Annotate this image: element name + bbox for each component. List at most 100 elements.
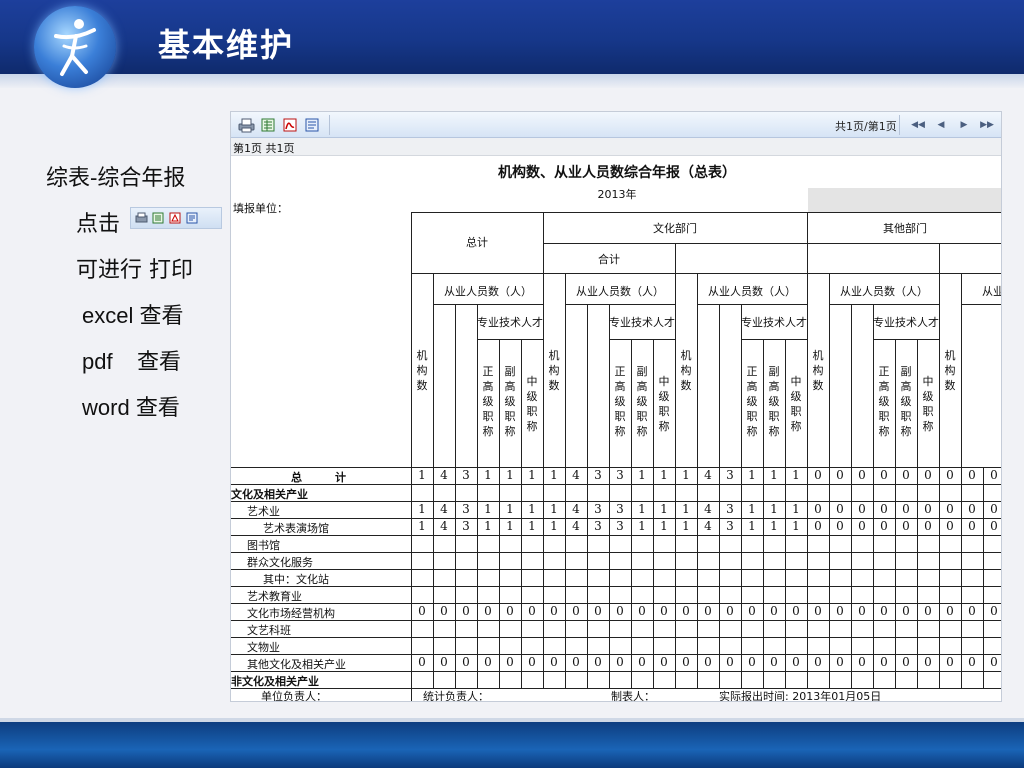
table-cell: 4 [704, 468, 712, 482]
staff-divider [433, 273, 434, 467]
table-cell: 4 [704, 502, 712, 516]
row-label: 图书馆 [247, 539, 280, 552]
view-word: 查看 [139, 304, 184, 329]
table-cell: 0 [990, 519, 998, 533]
data-col-divider [477, 467, 478, 688]
header-tech: 专业技术人才 [477, 316, 543, 329]
table-cell: 0 [704, 604, 712, 618]
staff-col-divider [851, 304, 852, 467]
page-counter: 共1页/第1页 [835, 120, 897, 133]
prev-page-button[interactable]: ◀ [932, 116, 950, 134]
table-cell: 1 [506, 519, 514, 533]
table-cell: 0 [616, 604, 624, 618]
header-title-rank: 正高级职称 [482, 365, 494, 438]
table-cell: 1 [528, 468, 536, 482]
header-title-rank: 副高级职称 [900, 365, 912, 438]
pdf-icon [168, 211, 182, 225]
first-page-button[interactable]: ◀◀ [909, 116, 927, 134]
word-icon [305, 118, 319, 132]
table-cell: 0 [880, 468, 888, 482]
instruction-print: 可进行 打印 [76, 258, 193, 283]
header-title-rank: 中级职称 [658, 375, 670, 433]
tech-col-divider [917, 339, 918, 467]
table-cell: 0 [990, 502, 998, 516]
data-col-divider [565, 467, 566, 688]
table-cell: 4 [440, 468, 448, 482]
group-divider [807, 212, 808, 467]
table-cell: 0 [638, 655, 646, 669]
table-cell: 0 [682, 655, 690, 669]
staff-divider [565, 273, 566, 467]
table-cell: 0 [902, 655, 910, 669]
table-cell: 1 [748, 502, 756, 516]
table-cell: 3 [594, 468, 602, 482]
table-cell: 0 [858, 655, 866, 669]
table-cell: 0 [880, 502, 888, 516]
staff-col-divider [587, 304, 588, 467]
table-cell: 0 [704, 655, 712, 669]
table-cell: 0 [836, 519, 844, 533]
table-cell: 4 [440, 519, 448, 533]
table-cell: 0 [748, 655, 756, 669]
table-cell: 0 [946, 502, 954, 516]
export-word-button[interactable] [303, 116, 321, 134]
table-cell: 0 [506, 655, 514, 669]
preparer-label: 制表人： [611, 690, 655, 702]
stats-head-label: 统计负责人： [423, 690, 489, 702]
header-culture-dept: 文化部门 [653, 222, 697, 235]
staff-divider [961, 273, 962, 467]
view-word: 查看 [137, 350, 182, 375]
header-tech: 专业技术人才 [609, 316, 675, 329]
table-cell: 3 [616, 502, 624, 516]
report-time-label: 实际报出时间: 2013年01月05日 [719, 690, 882, 702]
header-orgs: 机构数 [812, 349, 824, 392]
header-title-rank: 副高级职称 [636, 365, 648, 438]
table-cell: 1 [748, 519, 756, 533]
table-cell: 1 [418, 502, 426, 516]
table-cell: 1 [528, 502, 536, 516]
export-pdf-button[interactable] [281, 116, 299, 134]
table-cell: 0 [880, 519, 888, 533]
table-cell: 3 [616, 468, 624, 482]
table-cell: 0 [814, 468, 822, 482]
staff-line [433, 304, 543, 305]
table-cell: 3 [594, 502, 602, 516]
table-cell: 0 [484, 604, 492, 618]
data-col-divider [785, 467, 786, 688]
data-col-divider [609, 467, 610, 688]
table-cell: 0 [946, 604, 954, 618]
row-label: 总 计 [291, 471, 346, 484]
table-cell: 0 [660, 604, 668, 618]
tech-line [609, 339, 675, 340]
table-cell: 0 [924, 502, 932, 516]
instruction-click: 点击 [76, 212, 121, 237]
data-col-divider [961, 467, 962, 688]
dancer-logo-icon [54, 19, 96, 76]
table-cell: 0 [638, 604, 646, 618]
row-label: 文物业 [247, 641, 280, 654]
export-excel-button[interactable] [259, 116, 277, 134]
header-tech: 专业技术人才 [873, 316, 939, 329]
table-cell: 0 [418, 655, 426, 669]
table-cell: 1 [660, 502, 668, 516]
table-cell: 0 [418, 604, 426, 618]
table-cell: 0 [902, 468, 910, 482]
table-cell: 0 [968, 468, 976, 482]
excel-icon [151, 211, 165, 225]
slide-title: 基本维护 [158, 26, 295, 64]
table-cell: 0 [990, 468, 998, 482]
print-button[interactable] [237, 116, 255, 134]
table-cell: 0 [946, 519, 954, 533]
last-page-button[interactable]: ▶▶ [978, 116, 996, 134]
pdf-icon [283, 118, 297, 132]
table-cell: 3 [726, 502, 734, 516]
instruction-heading: 综表-综合年报 [46, 166, 186, 191]
header-staff: 从业 [982, 285, 1002, 298]
data-col-divider [499, 467, 500, 688]
table-cell: 3 [726, 468, 734, 482]
row-line [231, 569, 1001, 570]
next-page-button[interactable]: ▶ [955, 116, 973, 134]
header-title-rank: 正高级职称 [614, 365, 626, 438]
table-cell: 1 [528, 519, 536, 533]
header-staff: 从业人员数（人） [444, 285, 532, 298]
